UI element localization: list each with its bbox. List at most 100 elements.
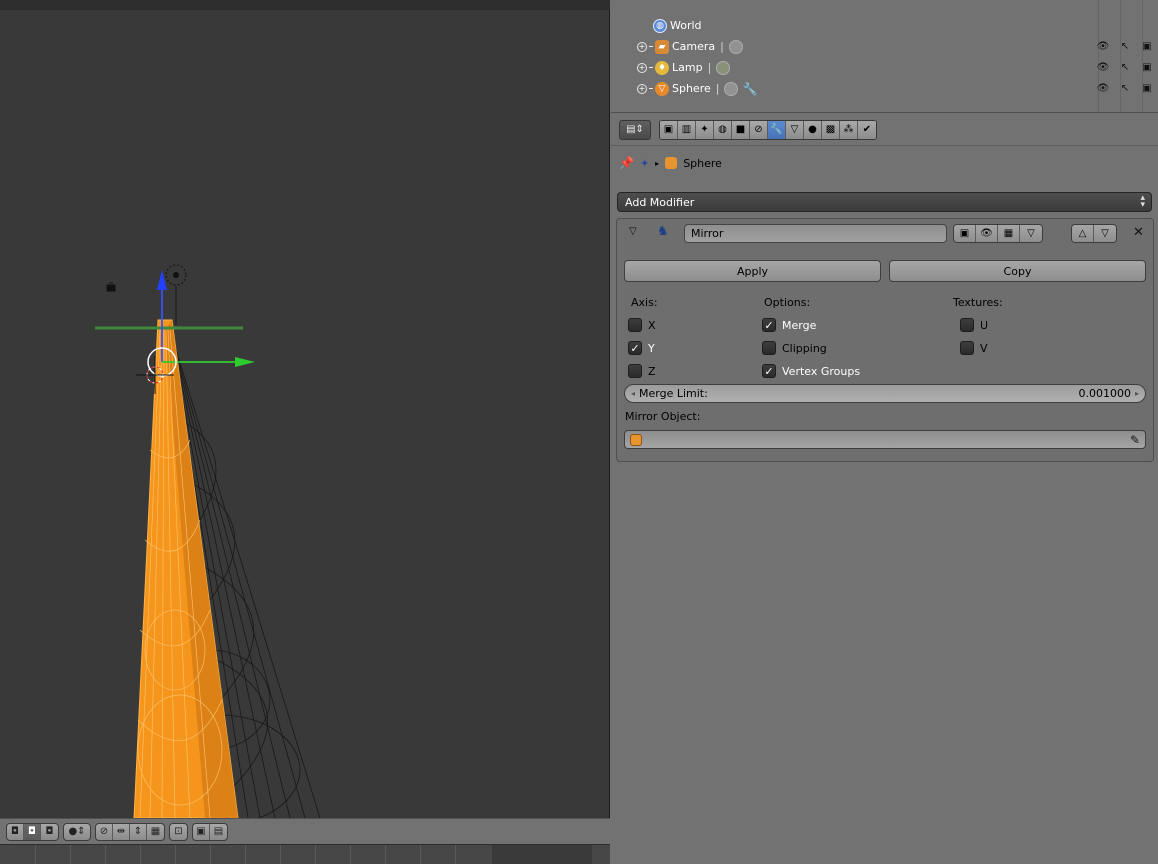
collapse-triangle-icon[interactable]: ▽ <box>629 226 637 237</box>
mesh-data-icon[interactable] <box>724 81 739 96</box>
expand-icon[interactable]: + <box>637 41 647 52</box>
object-tab-icon[interactable]: ■ <box>732 120 750 139</box>
editmode-toggle-icon[interactable]: ▦ <box>998 225 1020 242</box>
outliner-row-lamp[interactable]: + ♦ Lamp | 👁 ↖ ▣ <box>611 57 1158 78</box>
add-modifier-label: Add Modifier <box>625 195 695 209</box>
select-cursor-icon[interactable]: ↖ <box>1114 83 1136 94</box>
checkbox-box <box>960 341 974 355</box>
scene-tab-icon[interactable]: ✦ <box>696 120 714 139</box>
vertex-groups-label: Vertex Groups <box>782 364 861 378</box>
mirror-modifier-panel: ▽ ♞ Mirror ▣ 👁 ▦ ▽ △ ▽ ✕ <box>616 218 1154 462</box>
render-toggle-icon[interactable]: ▣ <box>954 225 976 242</box>
textures-title: Textures: <box>953 296 1003 309</box>
copy-button[interactable]: Copy <box>889 260 1146 282</box>
outliner-row-world[interactable]: ◍ World <box>611 15 1158 36</box>
render-camera-icon[interactable]: ▣ <box>1136 41 1158 52</box>
world-icon: ◍ <box>653 18 667 33</box>
viewport-scene[interactable] <box>0 0 610 818</box>
texture-v-checkbox[interactable]: V <box>960 339 988 357</box>
viewport-toggle-icon[interactable]: 👁 <box>976 225 998 242</box>
proportional-edit-icon[interactable]: ⊘ <box>96 823 113 840</box>
world-tab-icon[interactable]: ◍ <box>714 120 732 139</box>
pin-icon[interactable]: 📌 <box>619 156 634 170</box>
editor-type-button[interactable]: ▤⇕ <box>619 119 651 140</box>
snapping-group: ⊘ ⇹ ⇕ ▦ <box>95 822 165 841</box>
clipping-checkbox[interactable]: Clipping <box>762 339 827 357</box>
face-select-icon[interactable]: ◘ <box>41 824 58 840</box>
axis-z-checkbox[interactable]: Z <box>628 362 656 380</box>
render-still-icon[interactable]: ▣ <box>193 823 210 840</box>
chevron-right-icon: ▸ <box>655 158 660 168</box>
add-modifier-dropdown[interactable]: Add Modifier ▴ ▾ <box>617 192 1152 212</box>
expand-icon[interactable]: + <box>637 83 647 94</box>
texture-u-checkbox[interactable]: U <box>960 316 988 334</box>
apply-button[interactable]: Apply <box>624 260 881 282</box>
mirror-object-field[interactable]: ✎ <box>624 430 1146 449</box>
checkbox-box <box>960 318 974 332</box>
cage-toggle-icon[interactable]: ▽ <box>1020 225 1042 242</box>
eyedropper-icon[interactable]: ✎ <box>1130 433 1140 447</box>
render-animation-icon[interactable]: ▤ <box>210 824 227 840</box>
vertex-groups-checkbox[interactable]: ✓ Vertex Groups <box>762 362 860 380</box>
move-down-icon[interactable]: ▽ <box>1094 225 1116 242</box>
snap-element-icon[interactable]: ⇕ <box>130 823 147 840</box>
z-axis-arrow <box>157 270 167 290</box>
shading-dropdown[interactable]: ●⇕ <box>63 822 91 841</box>
edge-select-icon[interactable]: ◘ <box>24 823 41 840</box>
properties-editor: ▤⇕ ▣ ▥ ✦ ◍ ■ ⊘ 🔧 ▽ ● ▩ ⁂ ✔ 📌 ✦ ▸ Sphere … <box>611 114 1158 864</box>
timeline-strip[interactable] <box>0 844 610 864</box>
visibility-eye-icon[interactable]: 👁 <box>1092 62 1114 73</box>
mirror-object-label: Mirror Object: <box>625 410 701 423</box>
checkbox-box: ✓ <box>762 318 776 332</box>
shading-icon: ●⇕ <box>68 826 86 837</box>
particles-tab-icon[interactable]: ⁂ <box>840 120 858 139</box>
decrement-arrow-icon[interactable]: ◂ <box>631 389 635 398</box>
snap-target-icon[interactable]: ▦ <box>147 824 164 840</box>
modifier-header: ▽ ♞ Mirror ▣ 👁 ▦ ▽ △ ▽ ✕ <box>617 219 1153 247</box>
merge-limit-slider[interactable]: ◂ Merge Limit: 0.001000 ▸ <box>624 384 1146 403</box>
3d-viewport[interactable]: ◘ ◘ ◘ ●⇕ ⊘ ⇹ ⇕ ▦ ⊡ ▣ ▤ <box>0 0 610 864</box>
camera-icon: ▰ <box>655 39 669 54</box>
select-cursor-icon[interactable]: ↖ <box>1114 62 1136 73</box>
up-down-arrows-icon: ▴ ▾ <box>1140 193 1145 210</box>
constraints-tab-icon[interactable]: ⊘ <box>750 120 768 139</box>
axis-y-checkbox[interactable]: ✓ Y <box>628 339 655 357</box>
move-modifier-group: △ ▽ <box>1071 224 1117 243</box>
vertex-select-icon[interactable]: ◘ <box>7 823 24 840</box>
modifiers-tab-icon[interactable]: 🔧 <box>768 120 786 139</box>
outliner-sphere-label: Sphere <box>672 82 711 95</box>
render-camera-icon[interactable]: ▣ <box>1136 83 1158 94</box>
lamp-data-icon[interactable] <box>716 60 731 75</box>
camera-data-icon[interactable] <box>728 39 743 54</box>
increment-arrow-icon[interactable]: ▸ <box>1135 389 1139 398</box>
material-tab-icon[interactable]: ● <box>804 120 822 139</box>
expand-icon[interactable]: + <box>637 62 647 73</box>
axis-x-checkbox[interactable]: X <box>628 316 656 334</box>
outliner-row-camera[interactable]: + ▰ Camera | 👁 ↖ ▣ <box>611 36 1158 57</box>
render-camera-icon[interactable]: ▣ <box>1136 62 1158 73</box>
occlude-geometry-icon[interactable]: ⊡ <box>170 824 187 840</box>
visibility-eye-icon[interactable]: 👁 <box>1092 41 1114 52</box>
visibility-eye-icon[interactable]: 👁 <box>1092 83 1114 94</box>
close-icon[interactable]: ✕ <box>1133 225 1144 240</box>
pivot-icon[interactable]: ⇹ <box>113 823 130 840</box>
physics-tab-icon[interactable]: ✔ <box>858 120 876 139</box>
texture-tab-icon[interactable]: ▩ <box>822 120 840 139</box>
modifier-display-group: ▣ 👁 ▦ ▽ <box>953 224 1043 243</box>
select-cursor-icon[interactable]: ↖ <box>1114 41 1136 52</box>
render-layers-tab-icon[interactable]: ▥ <box>678 120 696 139</box>
viewport-header: ◘ ◘ ◘ ●⇕ ⊘ ⇹ ⇕ ▦ ⊡ ▣ ▤ <box>0 818 610 844</box>
mesh-data-tab-icon[interactable]: ▽ <box>786 120 804 139</box>
outliner-row-sphere[interactable]: + ▽ Sphere | 🔧 👁 ↖ ▣ <box>611 78 1158 99</box>
texture-v-label: V <box>980 341 988 355</box>
layer-buttons: ◘ ◘ ◘ <box>6 822 59 841</box>
move-up-icon[interactable]: △ <box>1072 225 1094 242</box>
wrench-icon[interactable]: 🔧 <box>742 82 757 96</box>
modifier-name-field[interactable]: Mirror <box>684 224 947 243</box>
merge-checkbox[interactable]: ✓ Merge <box>762 316 816 334</box>
render-tab-icon[interactable]: ▣ <box>660 120 678 139</box>
outliner-panel: ◍ World + ▰ Camera | 👁 ↖ ▣ + ♦ Lamp | 👁 … <box>611 0 1158 113</box>
property-tabs: ▣ ▥ ✦ ◍ ■ ⊘ 🔧 ▽ ● ▩ ⁂ ✔ <box>659 119 877 140</box>
checkbox-box <box>628 364 642 378</box>
texture-u-label: U <box>980 318 989 332</box>
